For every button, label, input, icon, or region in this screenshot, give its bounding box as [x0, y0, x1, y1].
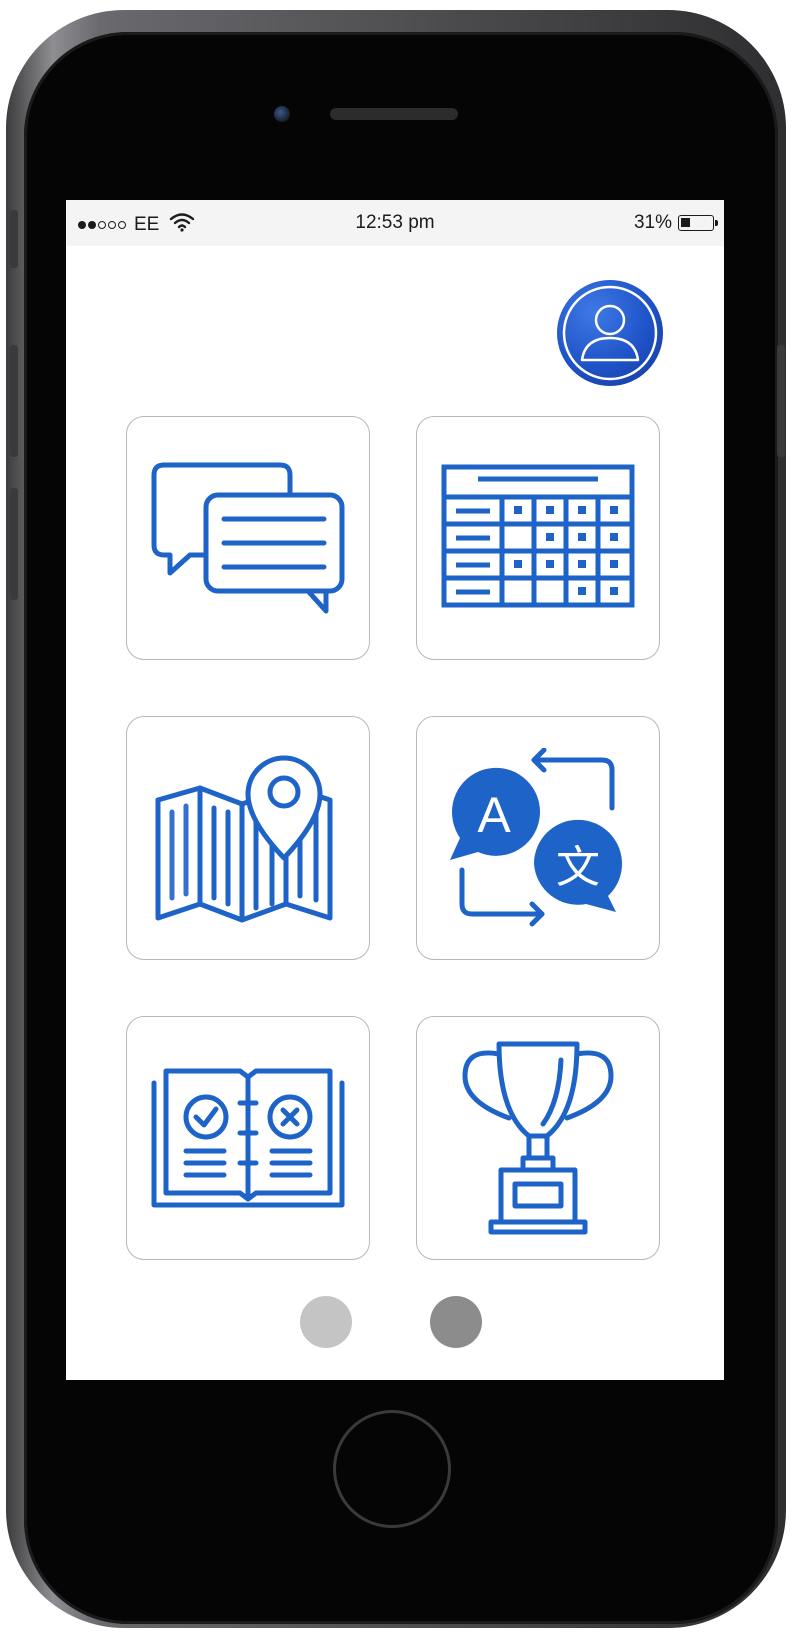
mute-switch	[10, 210, 18, 268]
quiz-tile[interactable]	[126, 1016, 370, 1260]
status-time: 12:53 pm	[355, 212, 435, 233]
chat-bubbles-icon	[151, 462, 345, 614]
map-tile[interactable]	[126, 716, 370, 960]
map-location-icon	[155, 755, 333, 923]
user-profile-icon	[562, 285, 658, 381]
translate-icon: A 文	[450, 748, 622, 927]
trophy-tile[interactable]	[416, 1016, 660, 1260]
profile-button[interactable]	[557, 280, 663, 386]
chat-tile[interactable]	[126, 416, 370, 660]
page-indicator-1[interactable]	[300, 1296, 352, 1348]
calendar-tile[interactable]	[416, 416, 660, 660]
phone-screen: EE 12:53 pm 31% A 文	[66, 200, 724, 1380]
earpiece-speaker	[330, 108, 458, 120]
calendar-grid-icon	[441, 464, 635, 608]
status-right: 31%	[633, 212, 718, 234]
battery-cap	[715, 220, 718, 226]
home-button[interactable]	[333, 1410, 451, 1528]
translate-glyph-b: 文	[556, 842, 600, 893]
page-indicator-2[interactable]	[430, 1296, 482, 1348]
trophy-icon	[462, 1041, 614, 1235]
volume-down-button	[10, 488, 18, 600]
status-bar: EE 12:53 pm 31%	[66, 200, 724, 246]
volume-up-button	[10, 345, 18, 457]
battery-icon	[678, 215, 718, 231]
power-button	[777, 345, 785, 457]
quiz-book-icon	[151, 1068, 345, 1208]
translate-tile[interactable]: A 文	[416, 716, 660, 960]
battery-percentage: 31%	[633, 212, 672, 233]
battery-fill	[681, 218, 690, 227]
translate-glyph-a: A	[477, 787, 511, 843]
front-camera	[274, 106, 290, 122]
